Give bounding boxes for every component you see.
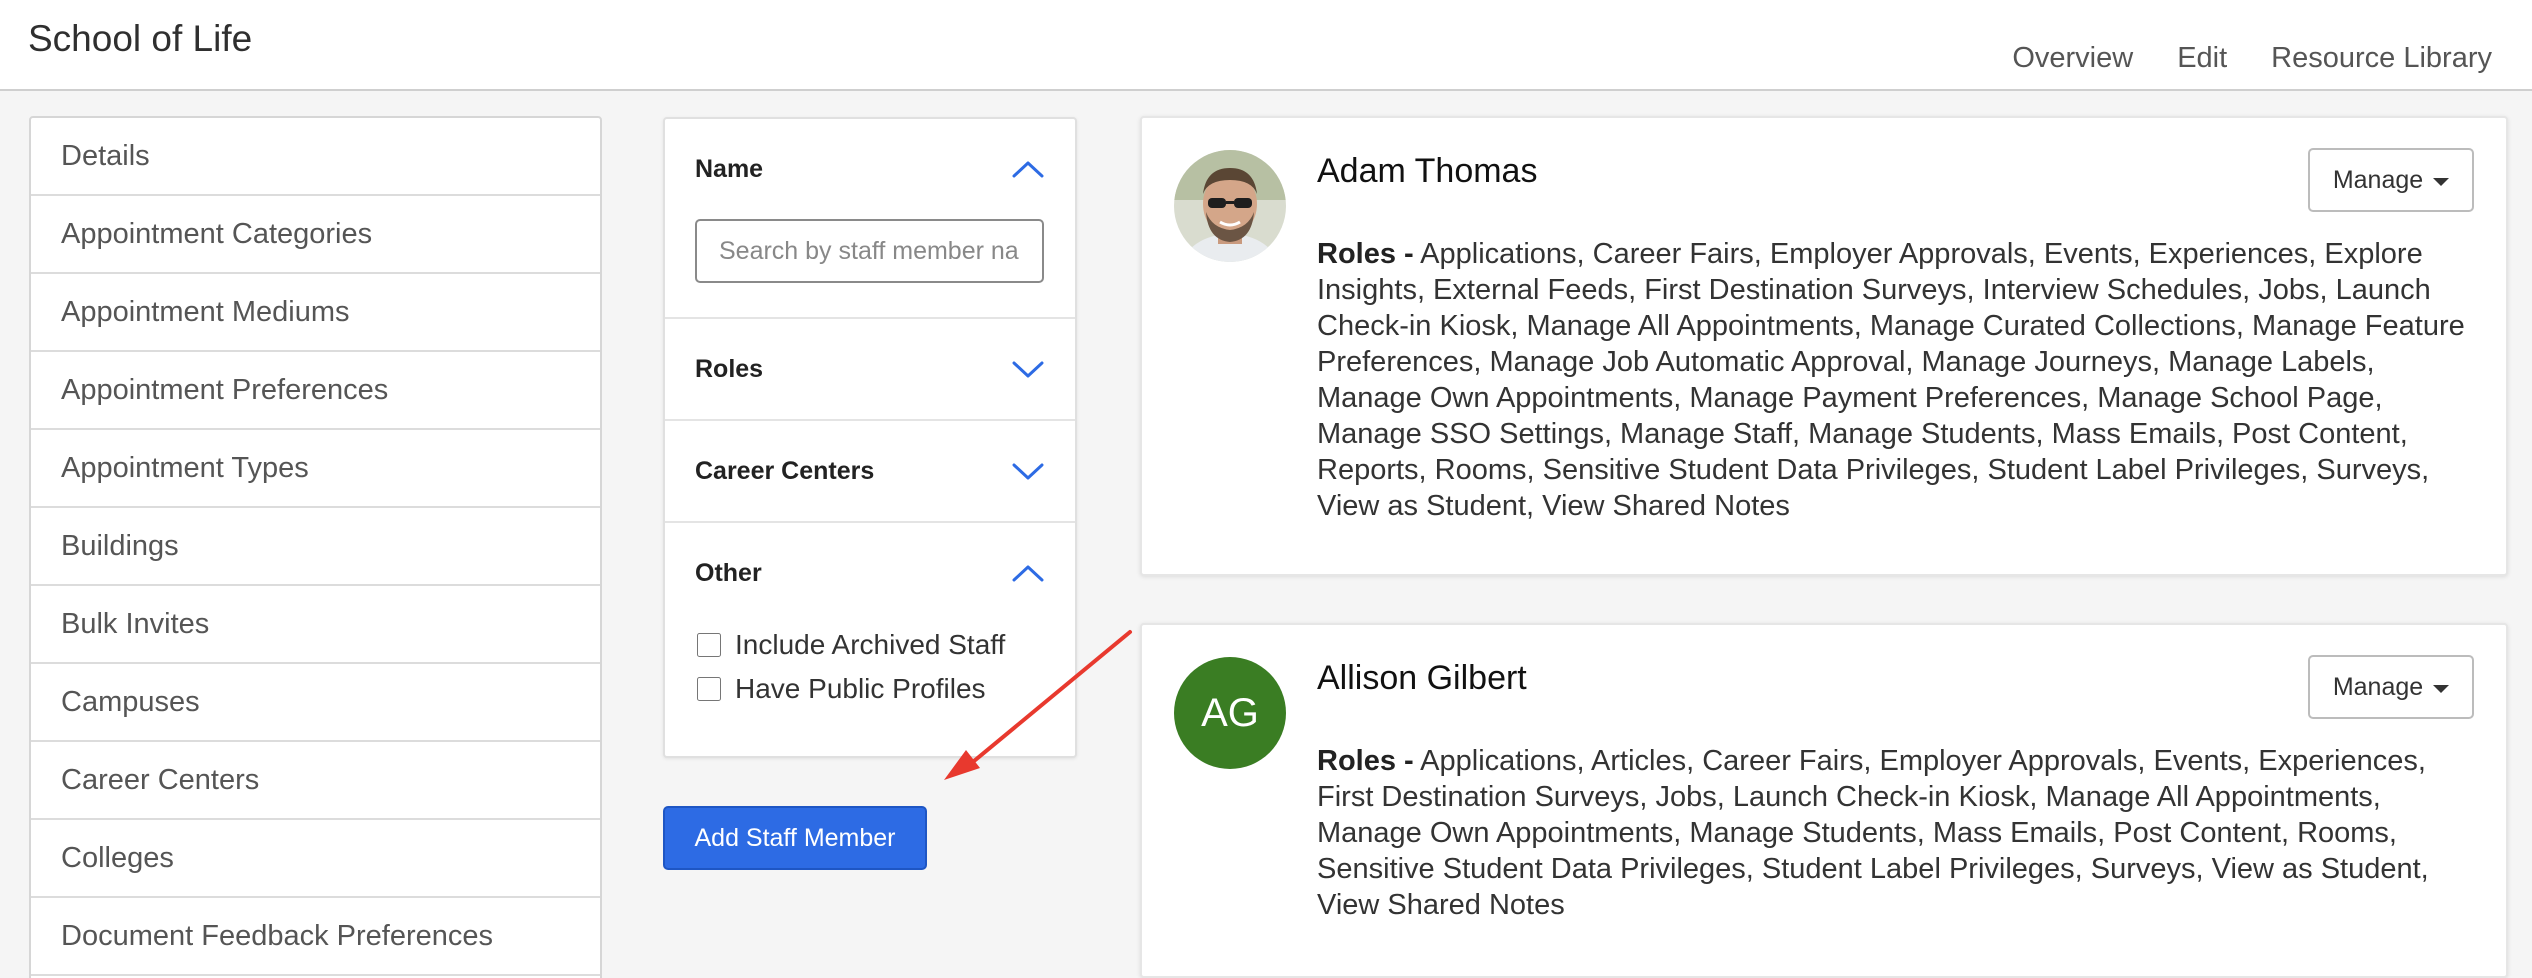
top-bar: School of Life Overview Edit Resource Li…	[0, 0, 2532, 91]
sidebar-item-document-feedback-preferences[interactable]: Document Feedback Preferences	[31, 898, 600, 976]
settings-sidebar: Details Appointment Categories Appointme…	[29, 116, 602, 978]
filter-name-label: Name	[695, 154, 764, 183]
nav-resource-library-link[interactable]: Resource Library	[2271, 42, 2492, 75]
sidebar-item-buildings[interactable]: Buildings	[31, 508, 600, 586]
filter-name-section: Name	[665, 119, 1075, 319]
have-public-profiles-option[interactable]: Have Public Profiles	[665, 667, 1075, 711]
filter-roles-label: Roles	[695, 354, 764, 383]
sidebar-item-appointment-categories[interactable]: Appointment Categories	[31, 196, 600, 274]
nav-overview-link[interactable]: Overview	[2012, 42, 2133, 75]
nav-edit-link[interactable]: Edit	[2177, 42, 2227, 75]
have-public-profiles-checkbox[interactable]	[697, 677, 721, 701]
staff-card: AG Allison Gilbert Manage Roles - Applic…	[1140, 623, 2508, 978]
staff-roles: Roles - Applications, Career Fairs, Empl…	[1317, 236, 2487, 524]
roles-label: Roles -	[1317, 238, 1414, 270]
chevron-up-icon	[1012, 161, 1044, 178]
caret-down-icon	[2433, 684, 2450, 693]
sidebar-item-appointment-types[interactable]: Appointment Types	[31, 430, 600, 508]
manage-dropdown-button[interactable]: Manage	[2308, 655, 2474, 719]
filter-name-header[interactable]: Name	[665, 119, 1075, 219]
sidebar-item-appointment-preferences[interactable]: Appointment Preferences	[31, 352, 600, 430]
chevron-up-icon	[1012, 565, 1044, 582]
filter-career-centers-section: Career Centers	[665, 421, 1075, 523]
staff-name[interactable]: Allison Gilbert	[1317, 659, 1527, 698]
profile-photo-icon	[1174, 150, 1286, 262]
sidebar-item-colleges[interactable]: Colleges	[31, 820, 600, 898]
sidebar-item-details[interactable]: Details	[31, 118, 600, 196]
add-staff-member-button[interactable]: Add Staff Member	[663, 806, 927, 870]
manage-label: Manage	[2332, 165, 2424, 194]
staff-search-input[interactable]	[695, 219, 1044, 283]
filter-career-centers-header[interactable]: Career Centers	[665, 421, 1075, 521]
chevron-down-icon	[1012, 361, 1044, 378]
manage-label: Manage	[2332, 672, 2424, 701]
roles-list: Applications, Career Fairs, Employer App…	[1317, 238, 2465, 522]
top-nav: Overview Edit Resource Library	[2012, 42, 2492, 75]
staff-roles: Roles - Applications, Articles, Career F…	[1317, 743, 2487, 923]
sidebar-item-appointment-mediums[interactable]: Appointment Mediums	[31, 274, 600, 352]
chevron-down-icon	[1012, 463, 1044, 480]
filter-other-header[interactable]: Other	[665, 523, 1075, 623]
sidebar-item-career-centers[interactable]: Career Centers	[31, 742, 600, 820]
avatar-initials: AG	[1201, 690, 1259, 735]
filter-roles-section: Roles	[665, 319, 1075, 421]
sidebar-item-campuses[interactable]: Campuses	[31, 664, 600, 742]
have-public-profiles-label: Have Public Profiles	[735, 673, 986, 704]
roles-label: Roles -	[1317, 745, 1414, 777]
sidebar-item-bulk-invites[interactable]: Bulk Invites	[31, 586, 600, 664]
staff-name[interactable]: Adam Thomas	[1317, 152, 1537, 191]
manage-dropdown-button[interactable]: Manage	[2308, 148, 2474, 212]
filter-panel: Name Roles Career Centers Other Include …	[663, 117, 1077, 758]
include-archived-staff-label: Include Archived Staff	[735, 629, 1006, 660]
include-archived-staff-option[interactable]: Include Archived Staff	[665, 623, 1075, 667]
filter-roles-header[interactable]: Roles	[665, 319, 1075, 419]
caret-down-icon	[2433, 177, 2450, 186]
roles-list: Applications, Articles, Career Fairs, Em…	[1317, 745, 2429, 921]
avatar[interactable]: AG	[1174, 657, 1286, 769]
filter-other-section: Other Include Archived Staff Have Public…	[665, 523, 1075, 711]
staff-card: Adam Thomas Manage Roles - Applications,…	[1140, 116, 2508, 576]
filter-career-centers-label: Career Centers	[695, 456, 875, 485]
page-title: School of Life	[28, 18, 253, 59]
include-archived-staff-checkbox[interactable]	[697, 633, 721, 657]
avatar[interactable]	[1174, 150, 1286, 262]
filter-other-label: Other	[695, 558, 762, 587]
